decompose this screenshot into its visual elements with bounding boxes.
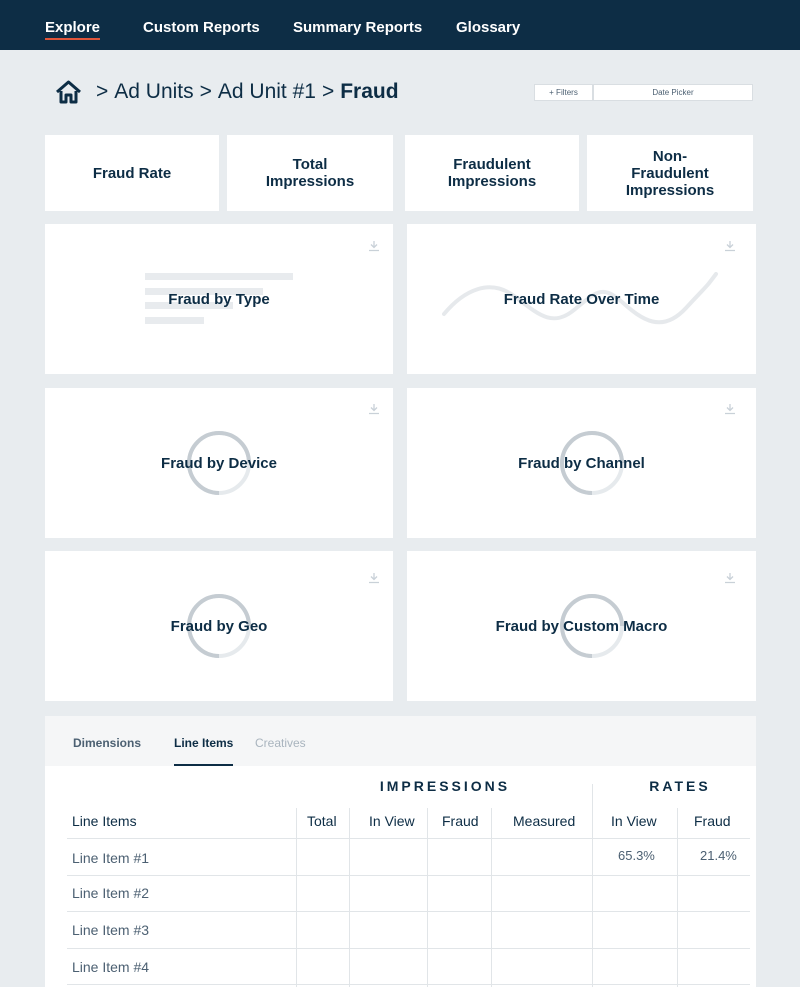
chart-card-title: Fraud by Device bbox=[161, 455, 277, 472]
chart-card-title: Fraud Rate Over Time bbox=[503, 291, 660, 308]
row-divider bbox=[67, 838, 750, 839]
chart-card-title: Fraud by Geo bbox=[170, 618, 268, 635]
row-divider bbox=[67, 948, 750, 949]
chart-card-fraud-by-geo: Fraud by Geo bbox=[45, 551, 393, 701]
breadcrumb-current: Fraud bbox=[340, 80, 399, 103]
nav-item-explore[interactable]: Explore bbox=[45, 0, 101, 50]
download-icon[interactable] bbox=[368, 240, 380, 252]
chart-card-fraud-by-device: Fraud by Device bbox=[45, 388, 393, 538]
breadcrumb-item-ad-unit[interactable]: Ad Unit #1 bbox=[218, 80, 316, 104]
breadcrumb-item-ad-units[interactable]: Ad Units bbox=[114, 80, 193, 104]
tab-dimensions[interactable]: Dimensions bbox=[73, 736, 141, 750]
column-header-line-items[interactable]: Line Items bbox=[72, 813, 137, 829]
tab-creatives[interactable]: Creatives bbox=[255, 736, 306, 750]
column-divider bbox=[677, 808, 678, 987]
column-header-total[interactable]: Total bbox=[307, 813, 337, 829]
download-icon[interactable] bbox=[724, 572, 736, 584]
row-divider bbox=[67, 875, 750, 876]
column-divider bbox=[296, 808, 297, 987]
chart-card-fraud-by-custom-macro: Fraud by Custom Macro bbox=[407, 551, 756, 701]
download-icon[interactable] bbox=[368, 572, 380, 584]
home-icon[interactable] bbox=[55, 80, 82, 104]
chart-card-title: Fraud by Channel bbox=[518, 455, 645, 472]
table-row-label[interactable]: Line Item #1 bbox=[72, 850, 149, 866]
column-header-rate-fraud[interactable]: Fraud bbox=[694, 813, 731, 829]
chart-card-fraud-by-type: Fraud by Type bbox=[45, 224, 393, 374]
table-tabs-bar: Dimensions Line Items Creatives bbox=[45, 716, 756, 766]
column-divider bbox=[349, 808, 350, 987]
download-icon[interactable] bbox=[724, 403, 736, 415]
nav-item-summary-reports[interactable]: Summary Reports bbox=[293, 0, 422, 50]
table-row-label[interactable]: Line Item #4 bbox=[72, 959, 149, 975]
breadcrumb: > Ad Units > Ad Unit #1 > Fraud bbox=[55, 78, 399, 106]
chart-card-title: Fraud by Type bbox=[168, 291, 270, 308]
table-row-label[interactable]: Line Item #3 bbox=[72, 922, 149, 938]
breadcrumb-separator: > bbox=[96, 80, 109, 103]
column-header-rate-in-view[interactable]: In View bbox=[611, 813, 657, 829]
breadcrumb-separator: > bbox=[199, 80, 212, 103]
nav-item-custom-reports[interactable]: Custom Reports bbox=[143, 0, 260, 50]
kpi-card-total-impressions: Total Impressions bbox=[227, 135, 393, 211]
group-header-rates: RATES bbox=[649, 778, 711, 794]
column-divider bbox=[592, 784, 593, 987]
column-divider bbox=[427, 808, 428, 987]
kpi-card-non-fraudulent-impressions: Non-Fraudulent Impressions bbox=[587, 135, 753, 211]
nav-item-glossary[interactable]: Glossary bbox=[456, 0, 520, 50]
filters-button[interactable]: + Filters bbox=[534, 84, 593, 101]
kpi-label: Total Impressions bbox=[265, 156, 355, 190]
date-picker-button[interactable]: Date Picker bbox=[593, 84, 753, 101]
kpi-label: Fraud Rate bbox=[92, 164, 172, 182]
table-row-label[interactable]: Line Item #2 bbox=[72, 885, 149, 901]
chart-card-fraud-by-channel: Fraud by Channel bbox=[407, 388, 756, 538]
breadcrumb-separator: > bbox=[321, 80, 335, 103]
row-divider bbox=[67, 984, 750, 985]
tab-line-items[interactable]: Line Items bbox=[174, 736, 233, 750]
column-header-measured[interactable]: Measured bbox=[513, 813, 575, 829]
column-header-in-view[interactable]: In View bbox=[369, 813, 415, 829]
kpi-card-fraud-rate: Fraud Rate bbox=[45, 135, 219, 211]
column-header-fraud[interactable]: Fraud bbox=[442, 813, 479, 829]
kpi-card-fraudulent-impressions: Fraudulent Impressions bbox=[405, 135, 579, 211]
line-items-table-panel: Dimensions Line Items Creatives IMPRESSI… bbox=[45, 716, 756, 987]
active-tab-indicator bbox=[174, 764, 233, 766]
column-divider bbox=[491, 808, 492, 987]
table-cell-rate-fraud: 21.4% bbox=[700, 848, 737, 863]
table-cell-rate-in-view: 65.3% bbox=[618, 848, 655, 863]
kpi-label: Fraudulent Impressions bbox=[447, 156, 537, 190]
group-header-impressions: IMPRESSIONS bbox=[379, 778, 511, 794]
top-nav-bar: Explore Custom Reports Summary Reports G… bbox=[0, 0, 800, 50]
kpi-label: Non-Fraudulent Impressions bbox=[625, 147, 715, 199]
chart-card-fraud-rate-over-time: Fraud Rate Over Time bbox=[407, 224, 756, 374]
chart-card-title: Fraud by Custom Macro bbox=[495, 618, 668, 635]
download-icon[interactable] bbox=[724, 240, 736, 252]
download-icon[interactable] bbox=[368, 403, 380, 415]
row-divider bbox=[67, 911, 750, 912]
